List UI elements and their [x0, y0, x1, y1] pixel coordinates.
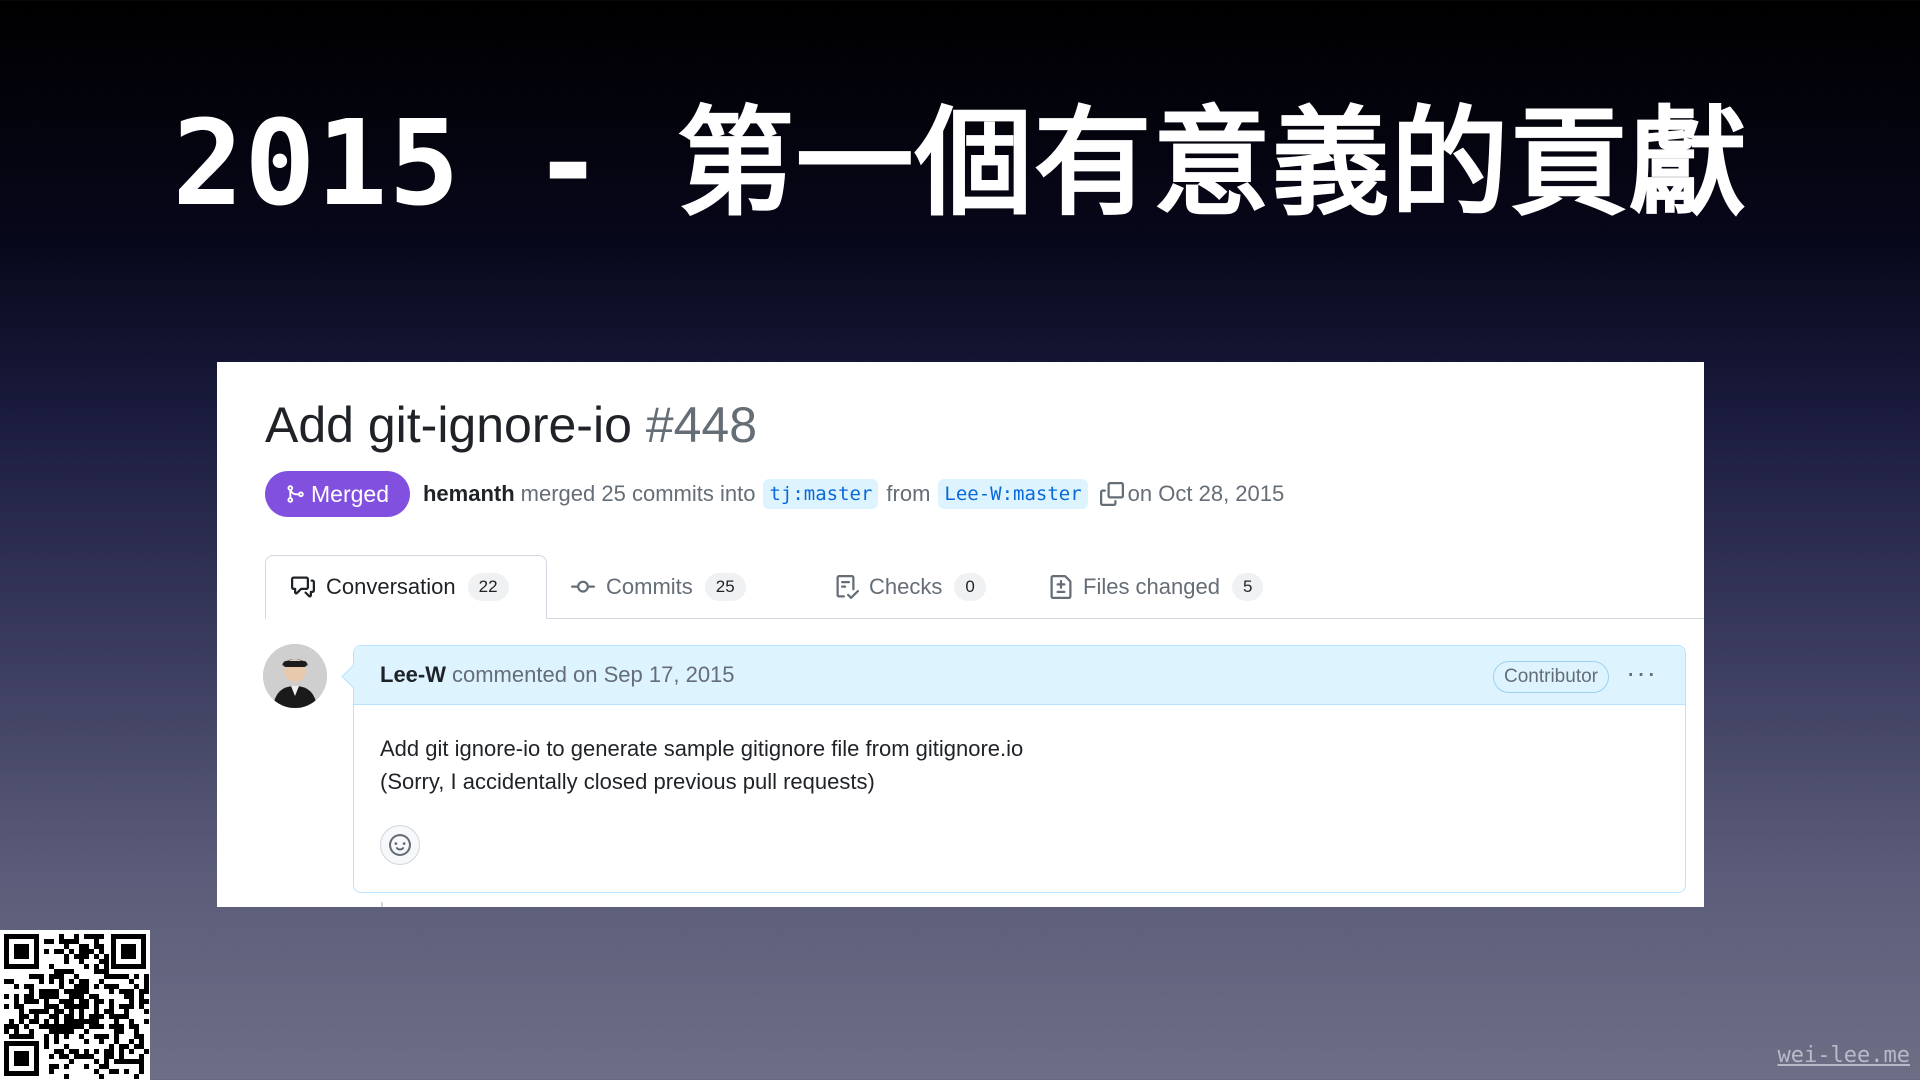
- timeline-line: [381, 902, 383, 907]
- tab-files-changed[interactable]: Files changed 5: [1049, 555, 1264, 618]
- copy-icon[interactable]: [1099, 482, 1124, 506]
- merged-state-badge: Merged: [265, 471, 410, 517]
- pr-title: Add git-ignore-io #448: [265, 396, 757, 454]
- merged-label: Merged: [311, 480, 389, 507]
- tab-commits-label: Commits: [606, 573, 693, 599]
- tab-conversation-label: Conversation: [326, 574, 456, 599]
- from-text: from: [886, 481, 931, 506]
- comment-timestamp[interactable]: commented on Sep 17, 2015: [452, 662, 735, 688]
- merge-date: on Oct 28, 2015: [1127, 481, 1285, 506]
- pr-meta-row: Merged hemanth merged 25 commits into tj…: [265, 471, 1284, 517]
- comment-discussion-icon: [290, 575, 316, 599]
- contributor-badge: Contributor: [1493, 661, 1609, 693]
- comment-body: Add git ignore-io to generate sample git…: [354, 705, 1685, 798]
- qr-code: [0, 930, 150, 1080]
- tab-checks-count: 0: [954, 572, 986, 601]
- tab-commits[interactable]: Commits 25: [570, 555, 746, 618]
- comment-card: Lee-W commented on Sep 17, 2015 Contribu…: [341, 645, 1686, 893]
- tab-conversation-count: 22: [467, 573, 509, 601]
- git-merge-icon: [287, 485, 304, 503]
- comment-body-line: Add git ignore-io to generate sample git…: [380, 736, 1024, 761]
- file-diff-icon: [1049, 574, 1073, 600]
- kebab-menu-icon[interactable]: ···: [1626, 659, 1657, 687]
- comment-body-line: (Sorry, I accidentally closed previous p…: [380, 769, 875, 794]
- tab-files-changed-count: 5: [1231, 572, 1264, 601]
- slide-title: 2015 - 第一個有意義的貢獻: [172, 94, 1748, 232]
- comment-author-link[interactable]: Lee-W: [380, 662, 446, 688]
- comment-header: Lee-W commented on Sep 17, 2015 Contribu…: [354, 646, 1685, 705]
- avatar[interactable]: [263, 644, 327, 708]
- smiley-icon: [389, 834, 411, 856]
- add-reaction-button[interactable]: [380, 825, 420, 865]
- base-branch-label[interactable]: tj:master: [763, 479, 879, 509]
- tab-commits-count: 25: [704, 572, 746, 601]
- tab-files-changed-label: Files changed: [1083, 573, 1220, 599]
- checklist-icon: [835, 574, 859, 600]
- pr-title-text: Add git-ignore-io: [265, 397, 632, 453]
- pr-number: #448: [645, 397, 758, 453]
- merged-by-link[interactable]: hemanth: [423, 481, 515, 507]
- merge-text: merged 25 commits into: [520, 481, 756, 506]
- tab-conversation[interactable]: Conversation 22: [265, 555, 547, 619]
- pr-tabs: Conversation 22 Commits 25 Checks 0 File…: [265, 555, 1704, 619]
- footer-url-link[interactable]: wei-lee.me: [1778, 1043, 1910, 1068]
- git-commit-icon: [570, 575, 596, 599]
- github-pr-screenshot: Add git-ignore-io #448 Merged hemanth me…: [217, 362, 1704, 907]
- tab-checks[interactable]: Checks 0: [835, 555, 986, 618]
- head-branch-label[interactable]: Lee-W:master: [938, 479, 1088, 509]
- tab-checks-label: Checks: [869, 573, 943, 599]
